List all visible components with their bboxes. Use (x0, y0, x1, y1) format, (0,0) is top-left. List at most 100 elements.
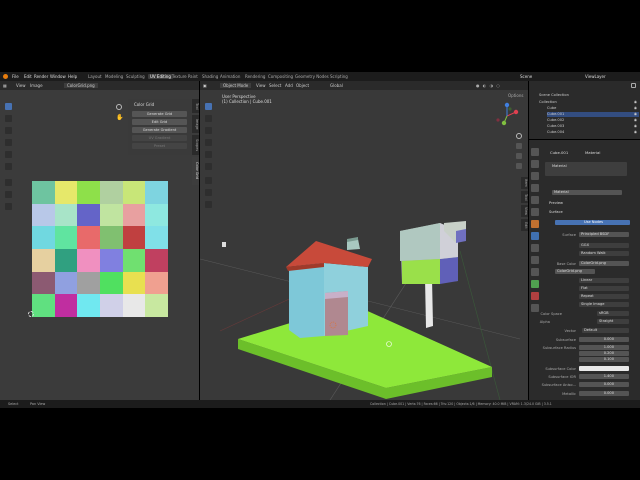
workspace-tab-rendering[interactable]: Rendering (245, 74, 265, 79)
subsurface-color-swatch[interactable] (579, 366, 629, 371)
edit-grid-button[interactable]: Edit Grid (132, 119, 187, 125)
generate-gradient-button[interactable]: Generate Gradient (132, 127, 187, 133)
object-tab-icon[interactable] (531, 220, 539, 228)
visibility-eye-icon[interactable]: ◉ (634, 118, 637, 122)
2d-cursor-icon[interactable] (28, 311, 34, 317)
annotate-tool-icon[interactable] (5, 179, 12, 186)
visibility-eye-icon[interactable]: ◉ (634, 106, 637, 110)
side-tab-tool[interactable]: Tool (192, 99, 199, 113)
outliner-title[interactable]: Scene Collection (539, 93, 569, 98)
rotate-tool-icon[interactable] (5, 139, 12, 146)
surface-shader-field[interactable]: Principled BSDF (579, 232, 629, 237)
menu-render[interactable]: Render (34, 74, 48, 79)
workspace-tab-layout[interactable]: Layout (88, 74, 102, 79)
subsurface-aniso-field[interactable]: 0.000 (579, 382, 629, 387)
subsurface-field[interactable]: 0.000 (579, 337, 629, 342)
outliner-item-collection[interactable]: Collection ◉ (539, 100, 639, 105)
workspace-tab-scripting[interactable]: Scripting (330, 74, 348, 79)
workspace-tab-shading[interactable]: Shading (202, 74, 218, 79)
zoom-icon[interactable] (116, 104, 122, 110)
scale-tool-icon[interactable] (5, 151, 12, 158)
world-tab-icon[interactable] (531, 208, 539, 216)
uv-editor[interactable]: ▦ View Image ColorGrid.png ✋ Color Grid … (0, 81, 199, 400)
source-field[interactable]: Single Image (579, 302, 629, 307)
constraints-tab-icon[interactable] (531, 268, 539, 276)
uv-color-grid-image[interactable] (32, 181, 168, 317)
image-name-field[interactable]: ColorGrid.png (555, 269, 595, 274)
material-tab-icon[interactable] (531, 292, 539, 300)
outliner-item-cube-004[interactable]: Cube.004 ◉ (547, 130, 639, 135)
workspace-tab-compositing[interactable]: Compositing (268, 74, 293, 79)
filter-icon[interactable] (631, 83, 636, 88)
3d-viewport[interactable]: ▣ Object Mode View Select Add Object Glo… (200, 81, 528, 400)
workspace-tab-sculpting[interactable]: Sculpting (126, 74, 145, 79)
base-color-field[interactable]: ColorGrid.png (579, 261, 629, 266)
transform-tool-icon[interactable] (5, 163, 12, 170)
projection-field[interactable]: Flat (579, 286, 629, 291)
image-selector[interactable]: ColorGrid.png (64, 83, 98, 88)
render-tab-icon[interactable] (531, 160, 539, 168)
subsurface-radius-x[interactable]: 1.000 (579, 345, 629, 350)
workspace-tab-geometry-nodes[interactable]: Geometry Nodes (295, 74, 329, 79)
workspace-tab-animation[interactable]: Animation (220, 74, 240, 79)
scene-selector[interactable]: Scene (520, 74, 532, 79)
grab-tool-icon[interactable] (5, 191, 12, 198)
workspace-tab-texture-paint[interactable]: Texture Paint (172, 74, 198, 79)
tool-tab-icon[interactable] (531, 148, 539, 156)
menu-help[interactable]: Help (68, 74, 77, 79)
color-grid-panel-title[interactable]: Color Grid (134, 102, 154, 107)
visibility-eye-icon[interactable]: ◉ (634, 112, 637, 116)
texture-tab-icon[interactable] (531, 304, 539, 312)
material-name-field[interactable]: Material (552, 190, 622, 195)
vector-field[interactable]: Default (582, 328, 629, 333)
subsurface-method-field[interactable]: Random Walk (579, 251, 629, 256)
extension-field[interactable]: Repeat (579, 294, 629, 299)
outliner-item-cube[interactable]: Cube ◉ (547, 106, 639, 111)
side-tab-scopes[interactable]: Scopes (192, 135, 199, 155)
preview-section[interactable]: Preview (549, 201, 563, 205)
menu-file[interactable]: File (12, 74, 19, 79)
blender-logo-icon[interactable] (3, 74, 8, 79)
rip-tool-icon[interactable] (5, 203, 12, 210)
uv-menu-view[interactable]: View (16, 83, 26, 88)
editor-type-icon[interactable]: ▦ (3, 83, 7, 88)
color-space-field[interactable]: sRGB (597, 311, 629, 316)
surface-section[interactable]: Surface (549, 210, 563, 214)
side-tab-image[interactable]: Image (192, 115, 199, 133)
visibility-eye-icon[interactable]: ◉ (634, 100, 637, 104)
menu-window[interactable]: Window (50, 74, 66, 79)
workspace-tab-uv-editing[interactable]: UV Editing (148, 74, 173, 79)
interpolation-field[interactable]: Linear (579, 278, 629, 283)
metallic-field[interactable]: 0.000 (579, 391, 629, 396)
outliner-item-cube-001[interactable]: Cube.001 ◉ (547, 112, 639, 117)
visibility-eye-icon[interactable]: ◉ (634, 124, 637, 128)
visibility-eye-icon[interactable]: ◉ (634, 130, 637, 134)
distribution-field[interactable]: GGX (579, 243, 629, 248)
particles-tab-icon[interactable] (531, 244, 539, 252)
uv-gradient-button[interactable]: UV Gradient (132, 135, 187, 141)
scene-render[interactable] (200, 81, 528, 400)
side-tab-color-grid[interactable]: Color Grid (192, 157, 199, 185)
subsurface-ior-field[interactable]: 1.400 (579, 374, 629, 379)
uv-menu-image[interactable]: Image (30, 83, 43, 88)
alpha-field[interactable]: Straight (597, 319, 629, 324)
output-tab-icon[interactable] (531, 172, 539, 180)
pan-hand-icon[interactable]: ✋ (116, 114, 123, 121)
generate-grid-button[interactable]: Generate Grid (132, 111, 187, 117)
view-layer-tab-icon[interactable] (531, 184, 539, 192)
material-slot-item[interactable]: Material (552, 164, 567, 168)
subsurface-radius-y[interactable]: 0.200 (579, 351, 629, 356)
outliner-item-cube-002[interactable]: Cube.002 ◉ (547, 118, 639, 123)
data-tab-icon[interactable] (531, 280, 539, 288)
scene-tab-icon[interactable] (531, 196, 539, 204)
outliner-item-cube-003[interactable]: Cube.003 ◉ (547, 124, 639, 129)
use-nodes-button[interactable]: Use Nodes (555, 220, 630, 225)
view-layer-selector[interactable]: ViewLayer (585, 74, 606, 79)
move-tool-icon[interactable] (5, 127, 12, 134)
preset-button[interactable]: Preset (132, 143, 187, 149)
subsurface-radius-z[interactable]: 0.100 (579, 357, 629, 362)
workspace-tab-modeling[interactable]: Modeling (105, 74, 123, 79)
cursor-tool-icon[interactable] (5, 115, 12, 122)
menu-edit[interactable]: Edit (24, 74, 32, 79)
select-tool-icon[interactable] (5, 103, 12, 110)
